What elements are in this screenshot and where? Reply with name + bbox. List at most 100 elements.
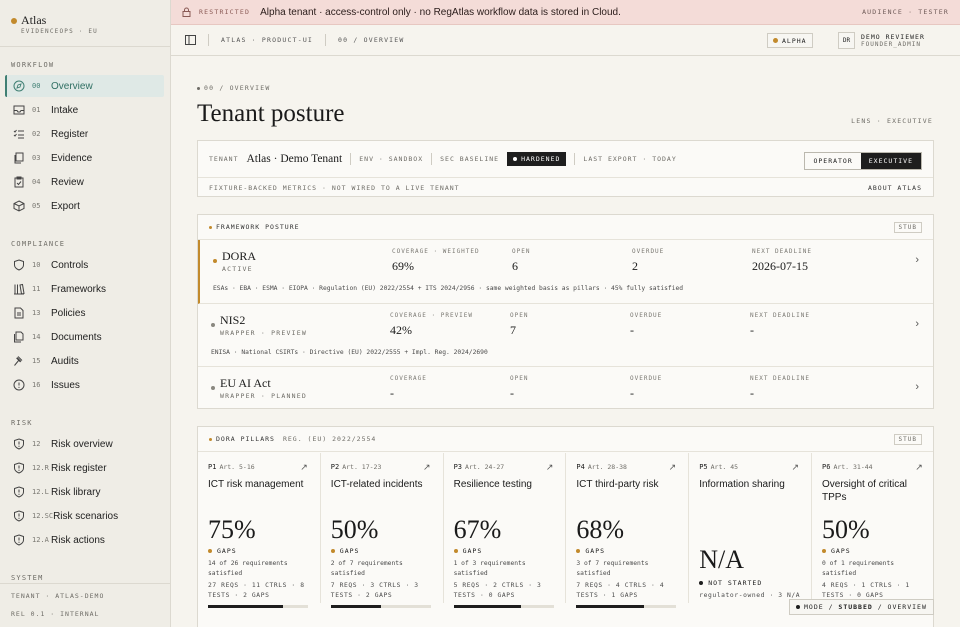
pillar-percentage: 75% — [208, 515, 256, 544]
sidebar-item-risk-actions[interactable]: 12.A Risk actions — [5, 529, 164, 551]
sidebar-item-risk-scenarios[interactable]: 12.SC Risk scenarios — [5, 505, 164, 527]
breadcrumb-app[interactable]: ATLAS · PRODUCT-UI — [221, 36, 313, 44]
user-menu[interactable]: DEMO REVIEWER FOUNDER_ADMIN — [861, 33, 925, 49]
arrow-up-right-icon[interactable]: ↗ — [915, 462, 923, 473]
topbar: ATLAS · PRODUCT-UI 00 / OVERVIEW ALPHA D… — [171, 25, 960, 56]
sidebar-toggle-icon[interactable] — [185, 35, 196, 45]
framework-row-eu-ai-act[interactable]: EU AI Act WRAPPER · PLANNED COVERAGE - OPEN -… — [198, 367, 933, 410]
sidebar-item-label: Intake — [51, 104, 79, 116]
gavel-icon — [13, 355, 25, 367]
dora-pillars-header: DORA PILLARS REG. (EU) 2022/2554 STUB — [198, 427, 933, 452]
pillar-card-p2[interactable]: P2 Art. 17-23 ↗ ICT-related incidents 50% GAP… — [321, 453, 444, 608]
framework-row-nis2[interactable]: NIS2 WRAPPER · PREVIEW COVERAGE · PREVIEW 4… — [198, 304, 933, 367]
pillar-id: P6 Art. 31-44 — [822, 463, 873, 471]
metric-coverage-label: COVERAGE — [390, 375, 427, 382]
chevron-right-icon: › — [915, 381, 919, 393]
pillar-percentage: 50% — [822, 515, 870, 544]
sidebar-item-risk-register[interactable]: 12.R Risk register — [5, 457, 164, 479]
separator — [350, 153, 352, 165]
shield-alert-icon — [13, 510, 25, 522]
sidebar-item-number: 12.R — [32, 464, 49, 472]
pillar-counts: 27 REQS · 11 CTRLS · 8 TESTS · 2 GAPS — [208, 582, 305, 599]
pillar-name: ICT-related incidents — [330, 479, 423, 490]
documents-icon — [13, 331, 25, 343]
metric-deadline-label: NEXT DEADLINE — [750, 312, 810, 319]
sidebar-item-risk-library[interactable]: 12.L Risk library — [5, 481, 164, 503]
library-icon — [13, 283, 25, 295]
pillar-card-p4[interactable]: P4 Art. 28-38 ↗ ICT third-party risk 68% GAPS… — [566, 453, 690, 608]
section-risk-title: RISK — [11, 419, 33, 427]
metric-deadline-value: - — [750, 323, 754, 337]
metric-overdue-label: OVERDUE — [630, 312, 663, 319]
avatar[interactable]: DR — [838, 32, 855, 49]
sidebar-item-label: Controls — [51, 259, 89, 271]
arrow-up-right-icon[interactable]: ↗ — [546, 462, 554, 473]
sidebar-item-risk-overview[interactable]: 12 Risk overview — [5, 433, 164, 455]
metric-open-value: - — [510, 386, 514, 400]
sidebar-divider — [0, 583, 171, 584]
metric-open-value: 7 — [510, 323, 516, 337]
banner-message: Alpha tenant · access-control only · no … — [260, 6, 621, 18]
sidebar-item-register[interactable]: 02 Register — [5, 123, 164, 145]
metric-open-label: OPEN — [510, 375, 529, 382]
breadcrumb-page: 00 / OVERVIEW — [338, 36, 405, 44]
shield-alert-icon — [13, 534, 25, 546]
sidebar-item-overview[interactable]: 00 Overview — [5, 75, 164, 97]
pillar-card-p5[interactable]: P5 Art. 45 ↗ Information sharing N/A NOT STAR… — [689, 453, 812, 603]
framework-name: NIS2 — [220, 313, 246, 327]
pillar-card-p6[interactable]: P6 Art. 31-44 ↗ Oversight of critical TPPs 5… — [812, 453, 935, 608]
sidebar-item-audits[interactable]: 15 Audits — [5, 350, 164, 372]
pillar-percentage: N/A — [699, 545, 744, 574]
pillar-progress-fill — [453, 605, 521, 608]
mode-pill: MODE / STUBBED / OVERVIEW — [789, 599, 934, 615]
sidebar-item-label: Review — [51, 176, 84, 188]
arrow-up-right-icon[interactable]: ↗ — [669, 462, 677, 473]
dora-pillars-card: DORA PILLARS REG. (EU) 2022/2554 STUB P1… — [197, 426, 934, 627]
lens-operator-button[interactable]: OPERATOR — [805, 153, 860, 169]
pillar-card-p3[interactable]: P3 Art. 24-27 ↗ Resilience testing 67% GAPS 1 … — [444, 453, 567, 608]
sidebar-item-intake[interactable]: 01 Intake — [5, 99, 164, 121]
brand-name: Atlas — [21, 13, 47, 27]
dora-pillars-title: DORA PILLARS — [216, 435, 275, 443]
sidebar-item-evidence[interactable]: 03 Evidence — [5, 147, 164, 169]
sidebar-item-policies[interactable]: 13 Policies — [5, 302, 164, 324]
lens-executive-button[interactable]: EXECUTIVE — [860, 153, 921, 169]
arrow-up-right-icon[interactable]: ↗ — [300, 462, 308, 473]
metric-coverage-value: 42% — [390, 323, 412, 337]
alpha-dot — [773, 38, 778, 43]
pillar-counts: 7 REQS · 3 CTRLS · 3 TESTS · 2 GAPS — [330, 582, 419, 599]
framework-status-dot — [211, 323, 215, 327]
framework-row-dora[interactable]: DORA ACTIVE COVERAGE · WEIGHTED 69% OPEN 6 OVE… — [198, 240, 933, 304]
pillar-progress-bar — [576, 605, 677, 608]
section-system-title: SYSTEM — [11, 574, 44, 582]
pillar-counts: 4 REQS · 1 CTRLS · 1 TESTS · 0 GAPS — [822, 582, 910, 599]
about-atlas-link[interactable]: ABOUT ATLAS — [868, 184, 922, 192]
alpha-badge: ALPHA — [767, 33, 813, 48]
chevron-right-icon: › — [915, 318, 919, 330]
dora-pillars-reg: REG. (EU) 2022/2554 — [282, 435, 377, 443]
arrow-up-right-icon[interactable]: ↗ — [423, 462, 431, 473]
lens-label: LENS · EXECUTIVE — [851, 117, 933, 125]
sidebar-item-issues[interactable]: 16 Issues — [5, 374, 164, 396]
sidebar-item-review[interactable]: 04 Review — [5, 171, 164, 193]
metric-deadline-label: NEXT DEADLINE — [752, 248, 812, 255]
pillar-id: P2 Art. 17-23 — [330, 463, 382, 471]
sidebar-item-controls[interactable]: 10 Controls — [5, 254, 164, 276]
pillar-percentage: 68% — [576, 515, 625, 544]
pillar-name: Oversight of critical TPPs — [822, 479, 908, 503]
pillar-progress-bar — [208, 605, 308, 608]
pillar-status: GAPS — [576, 547, 605, 555]
arrow-up-right-icon[interactable]: ↗ — [791, 462, 799, 473]
sidebar-item-export[interactable]: 05 Export — [5, 195, 164, 217]
sidebar-item-frameworks[interactable]: 11 Frameworks — [5, 278, 164, 300]
sidebar-item-label: Risk library — [51, 486, 101, 498]
sidebar-item-number: 05 — [32, 202, 41, 210]
framework-posture-card: FRAMEWORK POSTURE STUB DORA ACTIVE COVERAG… — [197, 214, 934, 409]
tenant-line: TENANT · ATLAS-DEMO — [11, 592, 105, 600]
stub-badge: STUB — [893, 222, 922, 233]
metric-overdue-value: - — [630, 323, 634, 337]
shield-alert-icon — [13, 462, 25, 474]
sidebar-item-documents[interactable]: 14 Documents — [5, 326, 164, 348]
pillar-card-p1[interactable]: P1 Art. 5-16 ↗ ICT risk management 75% GAPS 14… — [198, 453, 321, 608]
banner-tag: RESTRICTED — [199, 8, 251, 16]
